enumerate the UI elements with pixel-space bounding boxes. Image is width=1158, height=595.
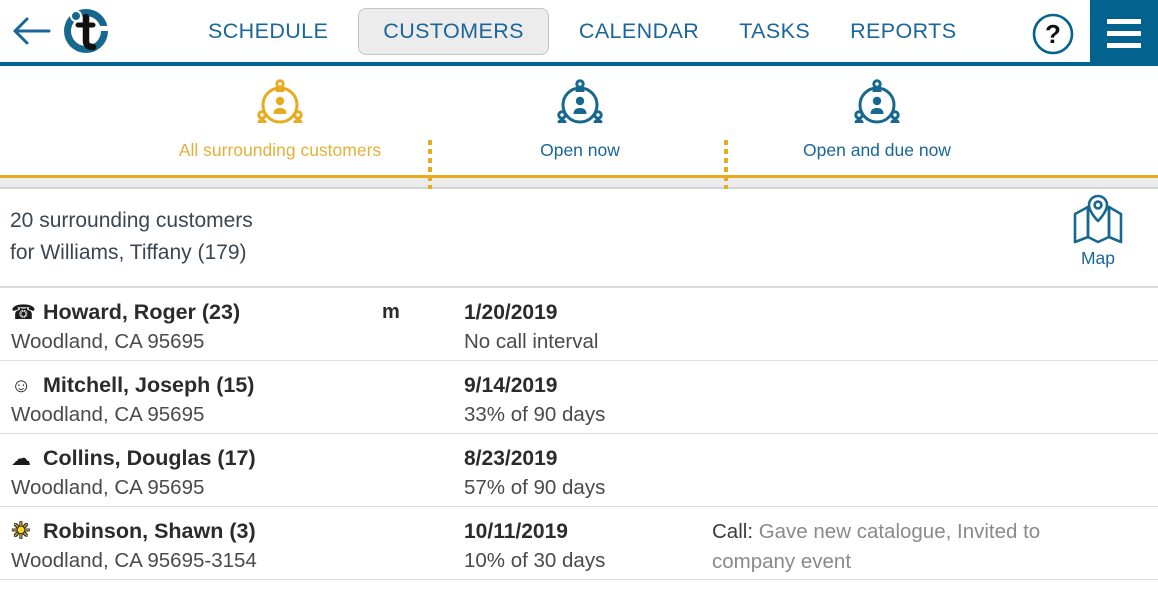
map-pin-icon [1073, 194, 1123, 244]
customer-visit-info: 1/20/2019 No call interval [464, 298, 712, 357]
surrounding-customers-icon [253, 76, 307, 132]
app-header: SCHEDULE CUSTOMERS CALENDAR TASKS REPORT… [0, 0, 1158, 66]
visit-date: 8/23/2019 [464, 447, 558, 470]
note-label: Call: [712, 520, 754, 543]
hamburger-menu-icon [1107, 42, 1141, 48]
customer-name: Howard, Roger (23) [43, 300, 241, 324]
visit-date: 10/11/2019 [464, 520, 568, 543]
back-arrow-icon [13, 17, 51, 45]
surrounding-customers-icon [553, 76, 607, 132]
customer-note: Call: Gave new catalogue, Invited to com… [712, 517, 1158, 577]
sun-icon: ☀ [11, 518, 31, 543]
tab-customers[interactable]: CUSTOMERS [358, 7, 549, 55]
filter-label: Open now [540, 140, 620, 160]
customer-address: Woodland, CA 95695-3154 [11, 549, 257, 572]
customer-identity: ☎ Howard, Roger (23) Woodland, CA 95695 [0, 298, 382, 357]
customer-flag: m [382, 301, 400, 323]
customer-name: Robinson, Shawn (3) [43, 519, 256, 543]
call-interval: 33% of 90 days [464, 403, 606, 426]
customer-identity: ☺ Mitchell, Joseph (15) Woodland, CA 956… [0, 371, 382, 430]
table-row[interactable]: ☀ Robinson, Shawn (3) Woodland, CA 95695… [0, 507, 1158, 580]
tab-reports[interactable]: REPORTS [830, 19, 976, 44]
tab-calendar[interactable]: CALENDAR [559, 19, 719, 44]
summary-subject: for Williams, Tiffany (179) [10, 241, 247, 264]
results-summary: 20 surrounding customers for Williams, T… [0, 189, 1158, 288]
visit-date: 1/20/2019 [464, 301, 558, 324]
filter-open-and-due-now[interactable]: Open and due now [772, 76, 982, 161]
hamburger-menu-button[interactable] [1090, 0, 1158, 66]
customer-list: ☎ Howard, Roger (23) Woodland, CA 95695 … [0, 288, 1158, 580]
t-logo-icon [64, 9, 112, 53]
map-label: Map [1080, 248, 1116, 268]
hamburger-menu-icon [1107, 18, 1141, 24]
cloud-icon: ☁ [11, 448, 31, 470]
filter-open-now[interactable]: Open now [475, 76, 685, 161]
summary-count: 20 surrounding customers [10, 209, 253, 232]
table-row[interactable]: ☺ Mitchell, Joseph (15) Woodland, CA 956… [0, 361, 1158, 434]
smiley-face-icon: ☺ [11, 375, 32, 397]
customer-filter-bar: All surrounding customers Open now Open … [0, 66, 1158, 234]
app-logo[interactable] [58, 3, 114, 59]
call-interval: 57% of 90 days [464, 476, 606, 499]
customer-name: Mitchell, Joseph (15) [43, 373, 255, 397]
help-button[interactable]: ? [1031, 12, 1075, 56]
visit-date: 9/14/2019 [464, 374, 558, 397]
hamburger-menu-icon [1107, 30, 1141, 36]
customer-visit-info: 8/23/2019 57% of 90 days [464, 444, 712, 503]
main-navigation: SCHEDULE CUSTOMERS CALENDAR TASKS REPORT… [188, 7, 976, 55]
telephone-icon: ☎ [11, 302, 36, 324]
customer-address: Woodland, CA 95695 [11, 403, 205, 426]
section-divider [0, 178, 1158, 189]
back-button[interactable] [0, 0, 62, 64]
filter-all-surrounding-customers[interactable]: All surrounding customers [175, 76, 385, 161]
customer-visit-info: 9/14/2019 33% of 90 days [464, 371, 712, 430]
tab-tasks[interactable]: TASKS [719, 19, 830, 44]
note-text: Gave new catalogue, Invited to company e… [712, 520, 1041, 573]
customer-identity: ☁ Collins, Douglas (17) Woodland, CA 956… [0, 444, 382, 503]
customer-identity: ☀ Robinson, Shawn (3) Woodland, CA 95695… [0, 517, 382, 576]
customer-address: Woodland, CA 95695 [11, 330, 205, 353]
call-interval: 10% of 30 days [464, 549, 606, 572]
table-row[interactable]: ☁ Collins, Douglas (17) Woodland, CA 956… [0, 434, 1158, 507]
table-row[interactable]: ☎ Howard, Roger (23) Woodland, CA 95695 … [0, 288, 1158, 361]
map-button[interactable]: Map [1058, 194, 1138, 269]
tab-schedule[interactable]: SCHEDULE [188, 19, 348, 44]
surrounding-customers-icon [850, 76, 904, 132]
filter-label: All surrounding customers [178, 140, 382, 160]
customer-address: Woodland, CA 95695 [11, 476, 205, 499]
filter-label: Open and due now [803, 140, 951, 160]
call-interval: No call interval [464, 330, 599, 353]
customer-visit-info: 10/11/2019 10% of 30 days [464, 517, 712, 576]
customer-name: Collins, Douglas (17) [43, 446, 256, 470]
question-mark-icon: ? [1032, 13, 1074, 55]
svg-text:?: ? [1045, 19, 1061, 49]
